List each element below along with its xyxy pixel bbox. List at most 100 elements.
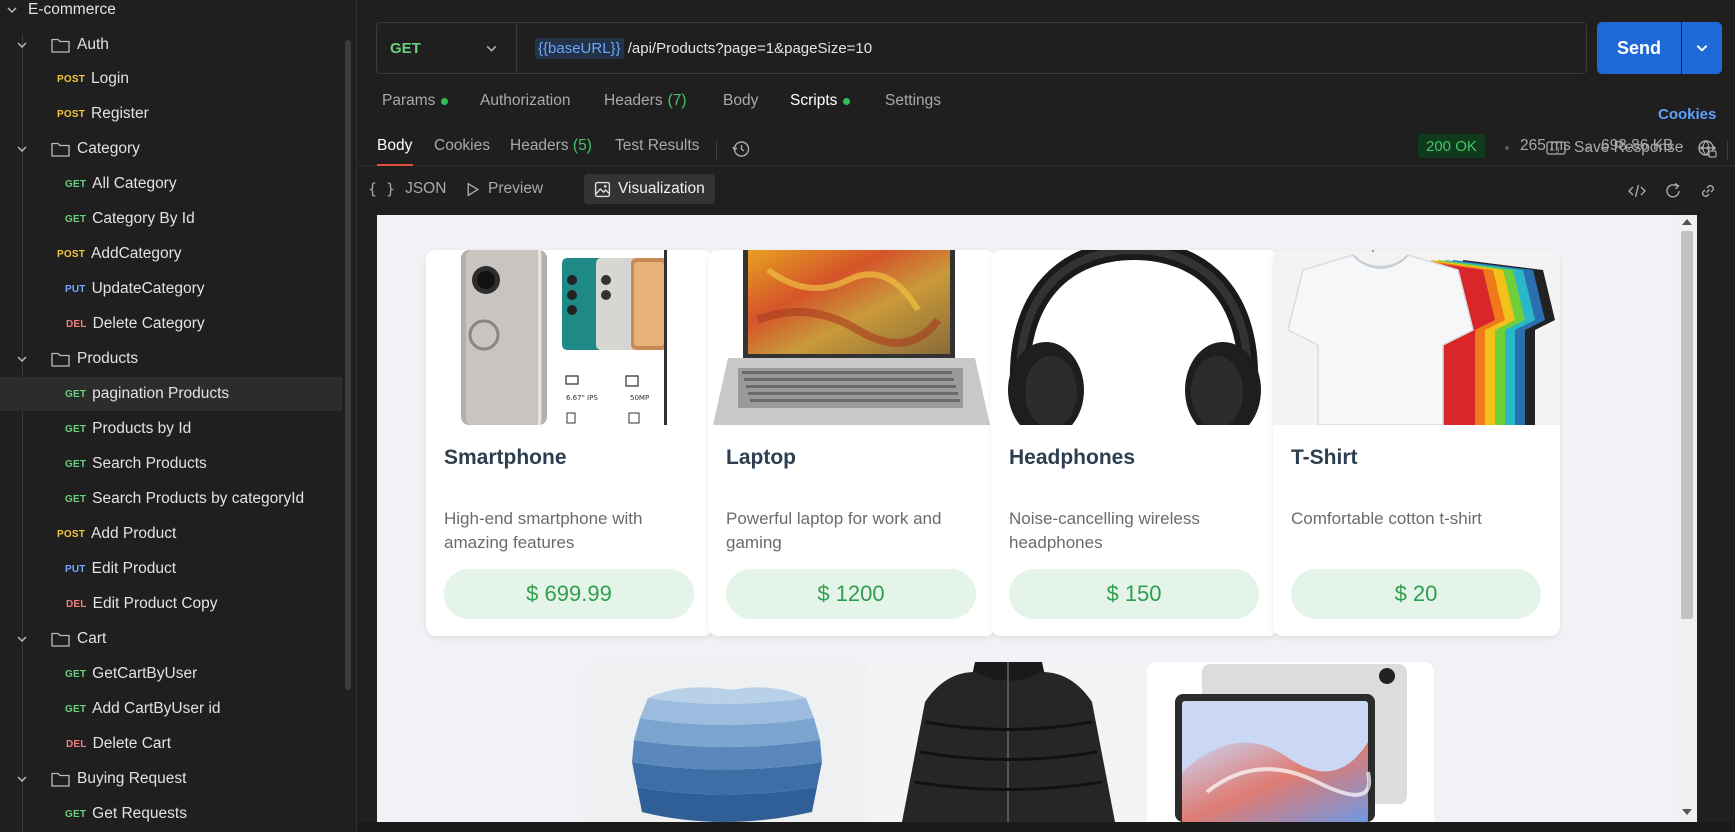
tab-body[interactable]: Body bbox=[723, 92, 758, 110]
request-label: Add CartByUser id bbox=[92, 700, 221, 717]
chevron-down-icon[interactable] bbox=[14, 771, 30, 787]
request-label: GetCartByUser bbox=[92, 665, 198, 682]
more-options-icon[interactable] bbox=[1698, 138, 1718, 158]
request-products-by-id[interactable]: GET Products by Id bbox=[0, 412, 342, 446]
product-price[interactable]: $ 150 bbox=[1009, 569, 1259, 619]
method-badge: GET bbox=[65, 213, 87, 225]
tab-scripts[interactable]: Scripts bbox=[790, 92, 851, 110]
request-get-requests[interactable]: GET Get Requests bbox=[0, 797, 342, 831]
method-badge: GET bbox=[65, 808, 87, 820]
product-card: T-Shirt Comfortable cotton t-shirt $ 20 bbox=[1273, 250, 1560, 636]
request-get-cart-by-user[interactable]: GET GetCartByUser bbox=[0, 657, 342, 691]
product-price[interactable]: $ 20 bbox=[1291, 569, 1541, 619]
request-delete-category[interactable]: DEL Delete Category bbox=[0, 307, 342, 341]
method-badge: DEL bbox=[66, 738, 87, 750]
method-badge: DEL bbox=[66, 318, 87, 330]
link-icon[interactable] bbox=[1697, 180, 1719, 202]
request-edit-product-copy[interactable]: DEL Edit Product Copy bbox=[0, 587, 342, 621]
collection-ecommerce[interactable]: E-commerce bbox=[0, 0, 342, 27]
folder-cart[interactable]: Cart bbox=[0, 622, 342, 656]
chevron-down-icon[interactable] bbox=[14, 37, 30, 53]
send-button[interactable]: Send bbox=[1597, 22, 1681, 74]
request-label: Register bbox=[91, 105, 149, 122]
product-image-tablet bbox=[1147, 662, 1434, 822]
request-pagination-products[interactable]: GET pagination Products bbox=[0, 377, 342, 411]
product-description: Powerful laptop for work and gaming bbox=[726, 509, 942, 552]
request-label: Search Products bbox=[92, 455, 207, 472]
status-dot bbox=[441, 97, 449, 105]
tab-params[interactable]: Params bbox=[382, 92, 449, 110]
folder-products[interactable]: Products bbox=[0, 342, 342, 376]
header-count: (5) bbox=[572, 137, 592, 154]
request-add-cart-by-user[interactable]: GET Add CartByUser id bbox=[0, 692, 342, 726]
request-login[interactable]: POST Login bbox=[0, 62, 342, 96]
visualization-scrollbar[interactable] bbox=[1678, 215, 1696, 822]
divider bbox=[716, 140, 717, 160]
tab-response-body[interactable]: Body bbox=[377, 137, 412, 155]
tab-visualization[interactable]: Visualization bbox=[584, 174, 715, 204]
chevron-down-icon[interactable] bbox=[14, 141, 30, 157]
product-price[interactable]: $ 1200 bbox=[726, 569, 976, 619]
visualization-panel: 6.67" IPS 50MP Smartphone High-end smart… bbox=[377, 215, 1697, 822]
tab-settings[interactable]: Settings bbox=[885, 92, 941, 110]
tab-response-cookies[interactable]: Cookies bbox=[434, 137, 490, 155]
product-name: Laptop bbox=[726, 446, 796, 469]
send-options-button[interactable] bbox=[1682, 22, 1722, 74]
folder-label: Products bbox=[77, 350, 139, 367]
history-icon[interactable] bbox=[730, 138, 752, 160]
request-label: Get Requests bbox=[92, 805, 187, 822]
method-badge: POST bbox=[57, 248, 86, 260]
request-edit-product[interactable]: PUT Edit Product bbox=[0, 552, 342, 586]
folder-auth[interactable]: Auth bbox=[0, 28, 342, 62]
product-card: Laptop Powerful laptop for work and gami… bbox=[708, 250, 995, 636]
tab-label: Params bbox=[382, 92, 436, 109]
product-image-laptop bbox=[708, 250, 995, 425]
refresh-icon[interactable] bbox=[1662, 180, 1684, 202]
cookies-link[interactable]: Cookies bbox=[1658, 106, 1716, 123]
collection-sidebar: E-commerce Auth POST Login POST Register… bbox=[0, 0, 357, 832]
folder-buying-request[interactable]: Buying Request bbox=[0, 762, 342, 796]
request-delete-cart[interactable]: DEL Delete Cart bbox=[0, 727, 342, 761]
sidebar-scrollbar[interactable] bbox=[345, 40, 351, 690]
request-label: pagination Products bbox=[92, 385, 230, 402]
request-search-products-by-category[interactable]: GET Search Products by categoryId bbox=[0, 482, 342, 516]
request-add-product[interactable]: POST Add Product bbox=[0, 517, 342, 551]
chevron-down-icon[interactable] bbox=[14, 631, 30, 647]
chevron-down-icon[interactable] bbox=[4, 2, 20, 18]
method-badge: GET bbox=[65, 703, 87, 715]
url-input[interactable]: {{baseURL}} /api/Products?page=1&pageSiz… bbox=[517, 37, 872, 59]
folder-icon bbox=[50, 769, 70, 789]
tab-authorization[interactable]: Authorization bbox=[480, 92, 570, 110]
method-badge: GET bbox=[65, 668, 87, 680]
tab-response-headers[interactable]: Headers (5) bbox=[510, 137, 592, 155]
method-badge: POST bbox=[57, 528, 86, 540]
status-badge[interactable]: 200 OK bbox=[1418, 134, 1485, 158]
chevron-down-icon[interactable] bbox=[14, 351, 30, 367]
folder-category[interactable]: Category bbox=[0, 132, 342, 166]
code-icon[interactable] bbox=[1626, 180, 1648, 202]
request-register[interactable]: POST Register bbox=[0, 97, 342, 131]
request-label: All Category bbox=[92, 175, 177, 192]
method-badge: GET bbox=[65, 458, 87, 470]
phone-spec-display: 6.67" IPS bbox=[566, 394, 598, 402]
request-all-category[interactable]: GET All Category bbox=[0, 167, 342, 201]
request-update-category[interactable]: PUT UpdateCategory bbox=[0, 272, 342, 306]
request-category-by-id[interactable]: GET Category By Id bbox=[0, 202, 342, 236]
save-response-button[interactable]: e.g Save Response bbox=[1546, 136, 1683, 160]
product-price[interactable]: $ 699.99 bbox=[444, 569, 694, 619]
request-label: Category By Id bbox=[92, 210, 195, 227]
scroll-up-arrow[interactable] bbox=[1682, 219, 1692, 225]
tab-preview[interactable]: Preview bbox=[454, 174, 553, 204]
scroll-down-arrow[interactable] bbox=[1682, 809, 1692, 815]
tab-label: Headers bbox=[510, 137, 569, 154]
folder-icon bbox=[50, 349, 70, 369]
request-add-category[interactable]: POST AddCategory bbox=[0, 237, 342, 271]
tab-test-results[interactable]: Test Results bbox=[615, 137, 699, 155]
method-badge: GET bbox=[65, 493, 87, 505]
divider bbox=[1727, 140, 1728, 160]
method-select[interactable]: GET bbox=[377, 23, 517, 73]
scrollbar-thumb[interactable] bbox=[1681, 231, 1693, 619]
request-search-products[interactable]: GET Search Products bbox=[0, 447, 342, 481]
tab-json[interactable]: { } JSON bbox=[358, 174, 456, 204]
tab-headers[interactable]: Headers (7) bbox=[604, 92, 687, 110]
